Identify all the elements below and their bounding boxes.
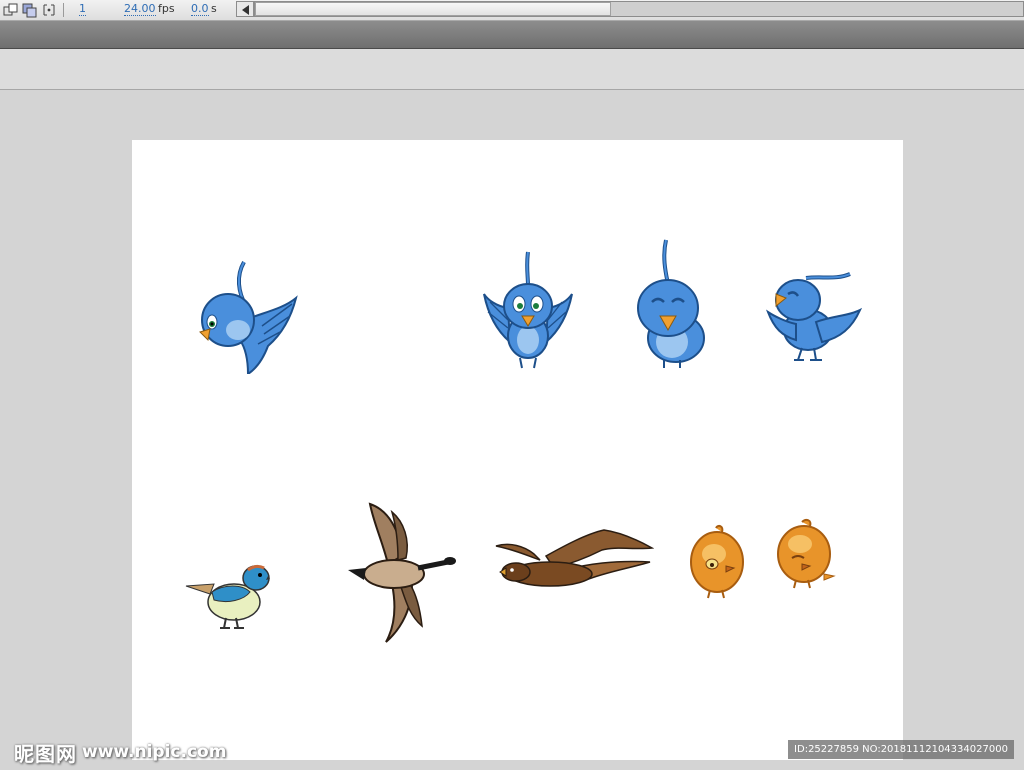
frame-rate-unit: fps <box>158 2 175 15</box>
small-songbird-icon[interactable] <box>184 562 270 630</box>
stage-canvas[interactable] <box>132 140 903 760</box>
frame-rate-field[interactable]: 24.00 <box>124 2 156 16</box>
edit-bar <box>0 49 1024 90</box>
current-frame-field[interactable]: 1 <box>79 2 86 16</box>
edit-markers-icon[interactable] <box>41 2 57 18</box>
edit-bar-header <box>0 21 1024 49</box>
timeline-scrollbar-thumb[interactable] <box>255 2 611 16</box>
site-watermark-url: www.nipic.com <box>82 742 227 762</box>
toolbar-divider <box>63 3 64 17</box>
elapsed-time-field[interactable]: 0.0 <box>191 2 209 16</box>
orange-chick-icon[interactable] <box>688 524 746 600</box>
elapsed-time-unit: s <box>211 2 217 15</box>
timeline-toolbar: 1 24.00 fps 0.0 s <box>0 0 1024 21</box>
scroll-left-button[interactable] <box>236 1 254 17</box>
blue-bird-front-wings-icon[interactable] <box>482 248 574 372</box>
blue-bird-flying-icon[interactable] <box>192 252 302 374</box>
eagle-gliding-icon[interactable] <box>494 528 654 594</box>
canada-goose-icon[interactable] <box>344 500 456 644</box>
center-frame-icon[interactable] <box>3 2 19 18</box>
blue-bird-happy-icon[interactable] <box>634 238 712 370</box>
blue-bird-singing-icon[interactable] <box>766 272 862 364</box>
orange-chick-side-icon[interactable] <box>776 518 838 590</box>
image-id-badge: ID:25227859 NO:20181112104334027000 <box>788 740 1014 759</box>
site-watermark: 昵图网 <box>14 742 77 766</box>
onion-skin-icon[interactable] <box>22 2 38 18</box>
arrow-left-icon <box>242 5 249 15</box>
